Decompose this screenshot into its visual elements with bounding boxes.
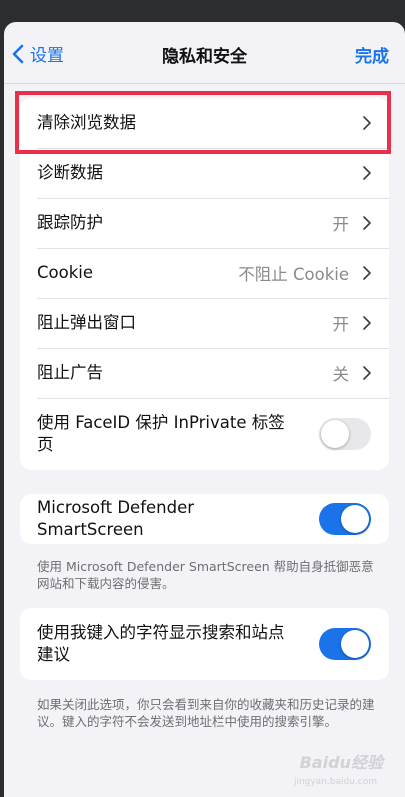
row-label: 使用我键入的字符显示搜索和站点建议	[37, 623, 285, 664]
toggle-knob	[321, 420, 349, 448]
row-value: 开	[332, 215, 350, 234]
row-value: 关	[332, 365, 350, 384]
chevron-right-icon	[363, 166, 371, 180]
smartscreen-footnote: 使用 Microsoft Defender SmartScreen 帮助自身抵御…	[37, 559, 374, 591]
watermark-url: jingyan.baidu.com	[293, 777, 377, 787]
row-label: 诊断数据	[37, 163, 103, 182]
page-title: 隐私和安全	[162, 47, 247, 67]
row-smartscreen: Microsoft Defender SmartScreen	[20, 494, 389, 544]
row-clear-browsing-data[interactable]: 清除浏览数据	[20, 98, 389, 148]
suggestions-toggle[interactable]	[319, 628, 371, 660]
row-label: Microsoft Defender SmartScreen	[37, 498, 195, 539]
chevron-right-icon	[363, 366, 371, 380]
navigation-bar: 设置 隐私和安全 完成	[4, 22, 405, 84]
row-faceid-inprivate: 使用 FaceID 保护 InPrivate 标签页	[20, 398, 389, 470]
row-label: Cookie	[37, 263, 94, 282]
row-label: 使用 FaceID 保护 InPrivate 标签页	[37, 413, 285, 454]
suggestions-group: 使用我键入的字符显示搜索和站点建议	[20, 608, 389, 680]
smartscreen-toggle[interactable]	[319, 503, 371, 535]
row-value: 开	[332, 315, 350, 334]
watermark-logo: Baidu经验	[299, 753, 383, 772]
chevron-right-icon	[363, 266, 371, 280]
settings-sheet: 设置 隐私和安全 完成 清除浏览数据 诊断数据 跟踪防护 开 Cookie 不阻…	[4, 22, 405, 797]
row-block-popups[interactable]: 阻止弹出窗口 开	[20, 298, 389, 348]
row-label: 阻止广告	[37, 363, 103, 382]
row-diagnostic-data[interactable]: 诊断数据	[20, 148, 389, 198]
row-tracking-prevention[interactable]: 跟踪防护 开	[20, 198, 389, 248]
toggle-knob	[341, 505, 369, 533]
privacy-settings-group: 清除浏览数据 诊断数据 跟踪防护 开 Cookie 不阻止 Cookie 阻止弹…	[20, 98, 389, 470]
chevron-right-icon	[363, 316, 371, 330]
faceid-toggle[interactable]	[319, 418, 371, 450]
row-value: 不阻止 Cookie	[238, 265, 349, 284]
row-cookie[interactable]: Cookie 不阻止 Cookie	[20, 248, 389, 298]
row-search-suggestions: 使用我键入的字符显示搜索和站点建议	[20, 608, 389, 680]
done-button[interactable]: 完成	[355, 42, 389, 67]
row-block-ads[interactable]: 阻止广告 关	[20, 348, 389, 398]
row-label: 清除浏览数据	[37, 113, 136, 132]
suggestions-footnote: 如果关闭此选项，你只会看到来自你的收藏夹和历史记录的建议。键入的字符不会发送到地…	[37, 697, 375, 729]
chevron-right-icon	[363, 116, 371, 130]
smartscreen-group: Microsoft Defender SmartScreen	[20, 494, 389, 544]
row-label: 跟踪防护	[37, 213, 103, 232]
row-label: 阻止弹出窗口	[37, 313, 136, 332]
chevron-right-icon	[363, 216, 371, 230]
toggle-knob	[341, 630, 369, 658]
